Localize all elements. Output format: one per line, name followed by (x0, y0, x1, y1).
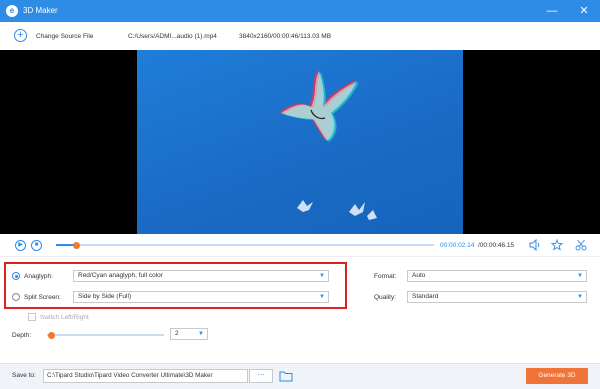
chevron-down-icon: ▼ (577, 273, 583, 279)
save-to-label: Save to: (12, 372, 36, 379)
format-select[interactable]: Auto ▼ (407, 270, 587, 282)
minimize-button[interactable]: — (544, 3, 560, 19)
save-path-field[interactable]: C:\Tipard Studio\Tipard Video Converter … (43, 369, 248, 383)
window-title: 3D Maker (23, 6, 58, 15)
quality-label: Quality: (374, 294, 397, 301)
source-file-info: 3840x2160/00:00:46/113.03 MB (239, 33, 332, 40)
switch-left-right-label: Switch Left/Right (40, 314, 89, 321)
quality-value: Standard (412, 293, 439, 300)
quality-select[interactable]: Standard ▼ (407, 291, 587, 303)
playback-controls: ▶ ■ 00:00:02.14 /00:00:46.15 (0, 234, 600, 256)
video-preview (0, 50, 600, 234)
add-icon[interactable]: + (14, 29, 27, 42)
close-button[interactable]: ✕ (576, 3, 592, 19)
generate-3d-button[interactable]: Generate 3D (526, 368, 588, 384)
switch-left-right-checkbox[interactable] (28, 313, 36, 321)
play-button[interactable]: ▶ (15, 240, 26, 251)
total-time: /00:00:46.15 (478, 242, 515, 249)
video-frame (137, 50, 463, 234)
format-value: Auto (412, 272, 426, 279)
depth-label: Depth: (12, 332, 32, 339)
depth-value: 2 (175, 330, 179, 337)
open-folder-icon[interactable] (279, 370, 293, 382)
stop-button[interactable]: ■ (31, 240, 42, 251)
current-time: 00:00:02.14 (440, 242, 475, 249)
volume-icon[interactable] (529, 238, 541, 252)
save-bar: Save to: C:\Tipard Studio\Tipard Video C… (0, 363, 600, 389)
source-file-bar: + Change Source File C:/Users/ADMI...aud… (0, 22, 600, 50)
app-logo-icon: e (6, 5, 18, 17)
depth-slider[interactable] (47, 331, 164, 339)
change-source-file-button[interactable]: Change Source File (36, 33, 93, 40)
title-bar: e 3D Maker — ✕ (0, 0, 600, 22)
format-label: Format: (374, 273, 397, 280)
seagulls-image (279, 70, 377, 220)
chevron-down-icon: ▼ (577, 294, 583, 300)
progress-thumb[interactable] (73, 241, 81, 249)
source-file-path: C:/Users/ADMI...audio (1).mp4 (128, 33, 217, 40)
depth-select[interactable]: 2 ▼ (170, 328, 208, 340)
progress-bar[interactable] (56, 241, 434, 249)
chevron-down-icon: ▼ (198, 331, 204, 337)
depth-slider-thumb[interactable] (48, 331, 56, 339)
scissors-icon[interactable] (575, 239, 587, 251)
browse-button[interactable]: ··· (249, 369, 273, 383)
snapshot-icon[interactable] (550, 238, 564, 251)
highlight-box (4, 262, 347, 309)
